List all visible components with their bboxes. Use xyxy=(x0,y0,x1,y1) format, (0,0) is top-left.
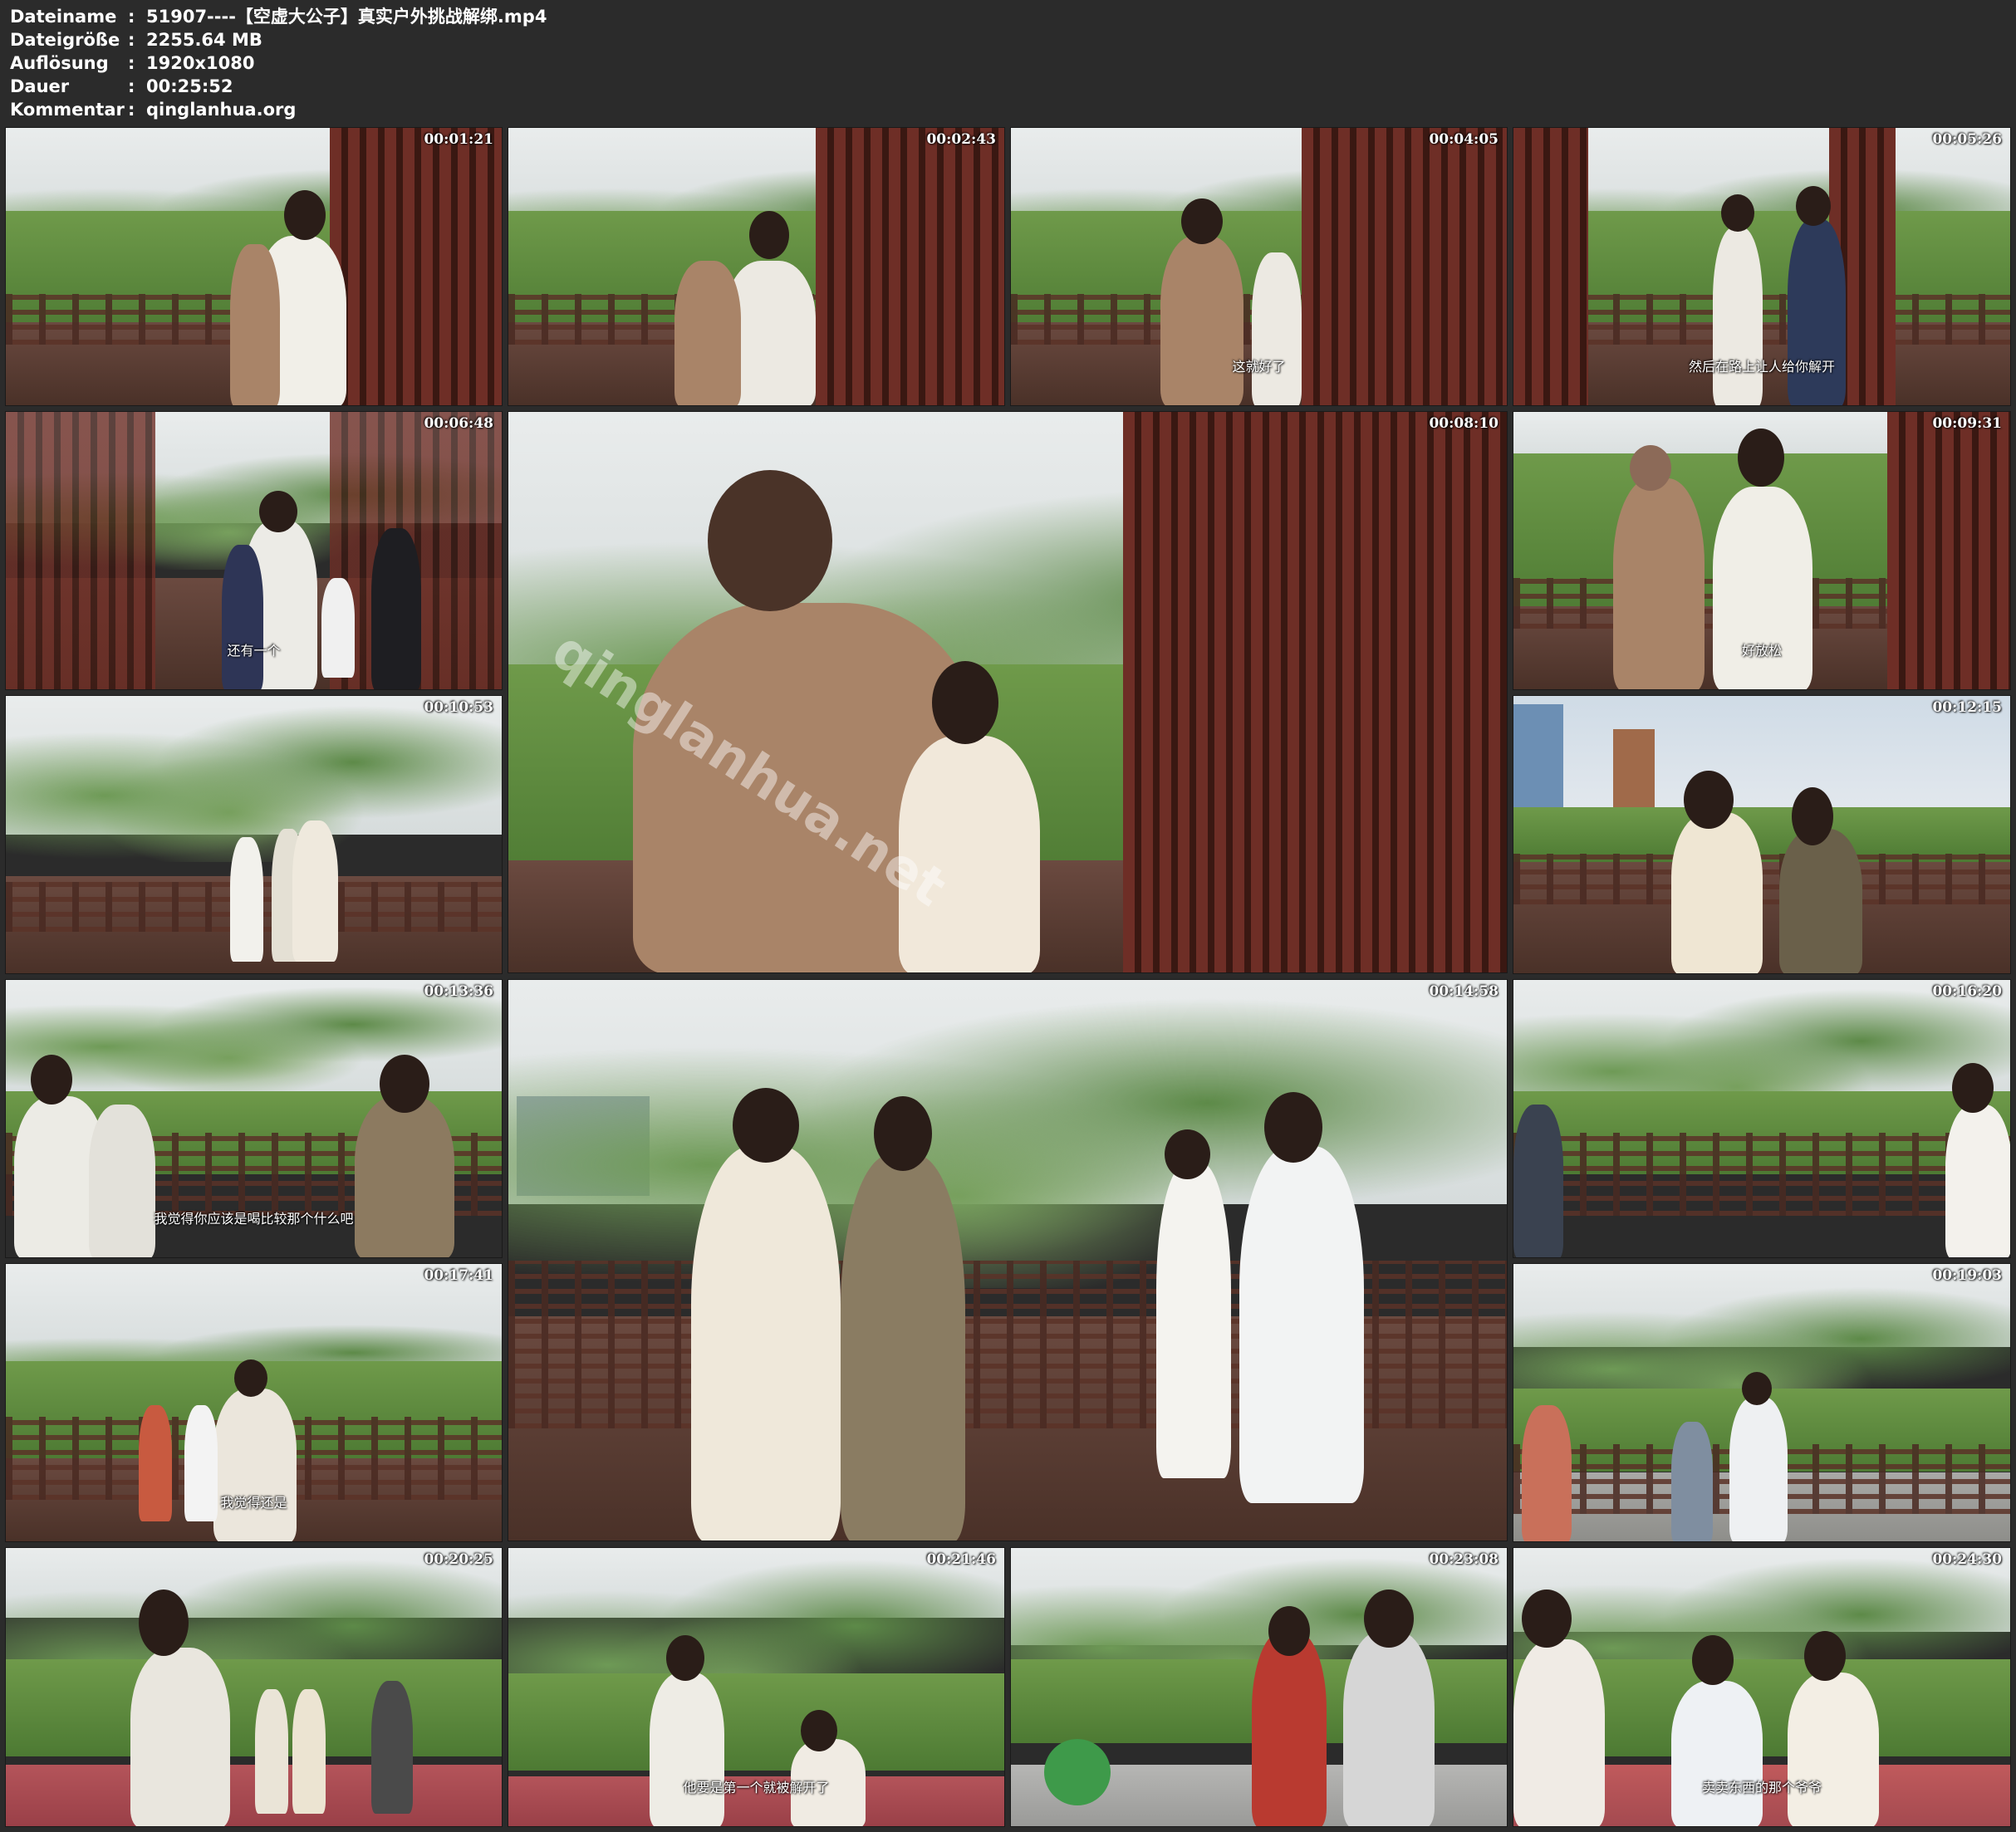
timestamp: 00:21:46 xyxy=(926,1551,996,1568)
thumbnail-frame: 00:09:31 好放松 xyxy=(1513,411,2011,690)
thumbnail-frame: 00:16:20 xyxy=(1513,979,2011,1258)
thumbnail-frame: 00:04:05 这就好了 xyxy=(1010,127,1508,406)
timestamp: 00:20:25 xyxy=(424,1551,493,1568)
timestamp: 00:14:58 xyxy=(1429,983,1499,1000)
timestamp: 00:17:41 xyxy=(424,1267,493,1284)
timestamp: 00:08:10 xyxy=(1429,415,1499,432)
timestamp: 00:13:36 xyxy=(424,983,493,1000)
thumbnail-frame: 00:10:53 xyxy=(5,695,503,974)
timestamp: 00:05:26 xyxy=(1932,131,2002,148)
thumbnail-frame: 00:14:58 xyxy=(508,979,1508,1541)
subtitle: 这就好了 xyxy=(1232,359,1286,375)
thumbnail-frame: 00:23:08 xyxy=(1010,1547,1508,1827)
thumbnail-frame: 00:13:36 我觉得你应该是喝比较那个什么吧 xyxy=(5,979,503,1258)
thumbnail-frame: 00:08:10 qinglanhua.net xyxy=(508,411,1508,973)
subtitle: 他要是第一个就被解开了 xyxy=(683,1780,830,1795)
thumbnail-frame: 00:06:48 还有一个 xyxy=(5,411,503,690)
timestamp: 00:01:21 xyxy=(424,131,493,148)
timestamp: 00:16:20 xyxy=(1932,983,2002,1000)
thumbnail-frame: 00:01:21 xyxy=(5,127,503,406)
timestamp: 00:24:30 xyxy=(1932,1551,2002,1568)
timestamp: 00:10:53 xyxy=(424,699,493,716)
thumbnail-frame: 00:24:30 卖卖东西的那个爷爷 xyxy=(1513,1547,2011,1827)
thumbnail-frame: 00:17:41 我觉得还是 xyxy=(5,1263,503,1542)
subtitle: 卖卖东西的那个爷爷 xyxy=(1701,1780,1822,1795)
thumbnail-frame: 00:21:46 他要是第一个就被解开了 xyxy=(508,1547,1005,1827)
thumbnail-frame: 00:19:03 xyxy=(1513,1263,2011,1542)
timestamp: 00:09:31 xyxy=(1932,415,2002,432)
thumbnail-frame: 00:05:26 然后在路上让人给你解开 xyxy=(1513,127,2011,406)
timestamp: 00:02:43 xyxy=(926,131,996,148)
subtitle: 还有一个 xyxy=(227,643,281,659)
subtitle: 我觉得还是 xyxy=(220,1495,287,1511)
timestamp: 00:04:05 xyxy=(1429,131,1499,148)
timestamp: 00:23:08 xyxy=(1429,1551,1499,1568)
timestamp: 00:12:15 xyxy=(1932,699,2002,716)
thumbnail-frame: 00:20:25 xyxy=(5,1547,503,1827)
thumbnail-frame: 00:02:43 xyxy=(508,127,1005,406)
subtitle: 然后在路上让人给你解开 xyxy=(1688,359,1835,375)
timestamp: 00:06:48 xyxy=(424,415,493,432)
subtitle: 我觉得你应该是喝比较那个什么吧 xyxy=(154,1211,354,1227)
subtitle: 好放松 xyxy=(1741,643,1782,659)
thumbnail-frame: 00:12:15 xyxy=(1513,695,2011,974)
thumbnail-grid: 00:01:21 00:02:43 00:04:05 这就好了 00:05:26… xyxy=(0,0,2016,1832)
timestamp: 00:19:03 xyxy=(1932,1267,2002,1284)
